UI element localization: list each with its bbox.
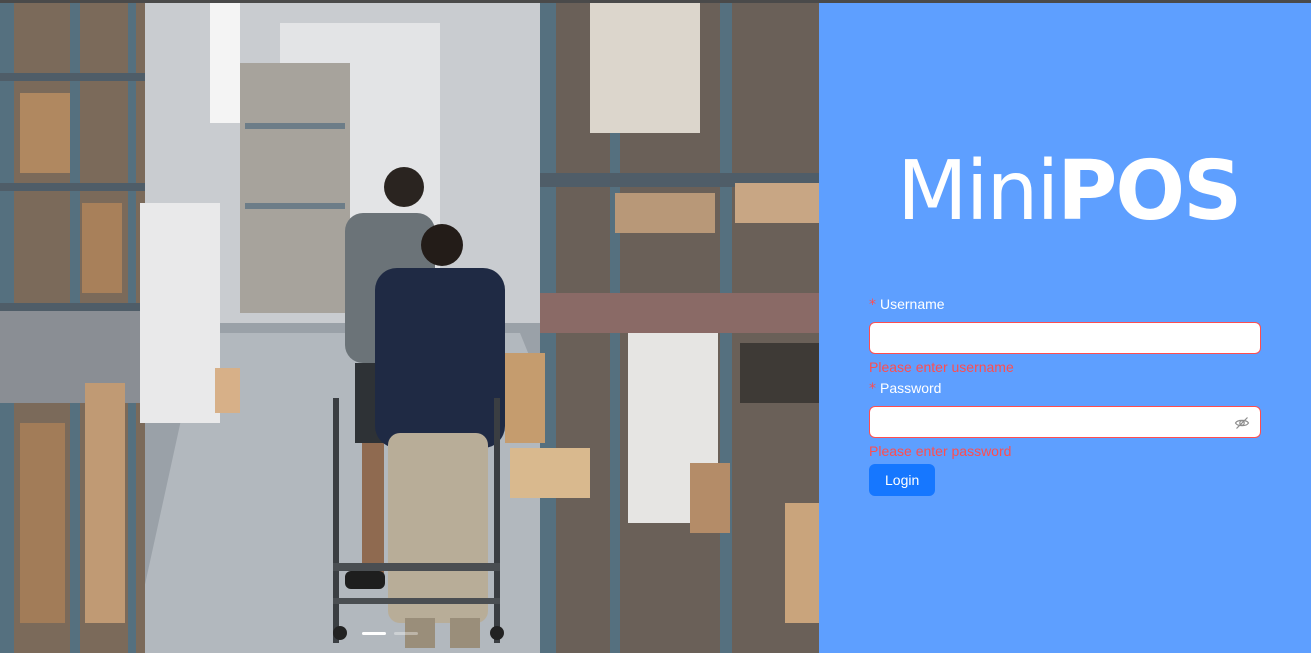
required-mark: * bbox=[869, 381, 876, 397]
required-mark: * bbox=[869, 297, 876, 313]
password-label: * Password bbox=[869, 377, 1261, 399]
username-input[interactable] bbox=[870, 323, 1260, 353]
login-panel: MiniPOS * Username Please enter username … bbox=[819, 3, 1311, 653]
warehouse-photo bbox=[0, 3, 819, 653]
username-error: Please enter username bbox=[869, 359, 1014, 375]
hero-carousel bbox=[0, 3, 819, 653]
carousel-dot-2[interactable] bbox=[394, 632, 418, 635]
login-button[interactable]: Login bbox=[869, 464, 936, 496]
password-label-text: Password bbox=[880, 380, 942, 396]
username-field-wrapper bbox=[869, 322, 1261, 354]
carousel-dots bbox=[362, 632, 418, 635]
password-error: Please enter password bbox=[869, 443, 1012, 459]
password-field-wrapper bbox=[869, 406, 1261, 438]
brand-name-light: Mini bbox=[897, 144, 1059, 239]
username-label: * Username bbox=[869, 293, 1261, 315]
username-label-text: Username bbox=[880, 296, 945, 312]
eye-invisible-icon[interactable] bbox=[1234, 415, 1250, 431]
password-input[interactable] bbox=[870, 407, 1260, 437]
login-form: * Username Please enter username * Passwor… bbox=[869, 293, 1261, 496]
brand-name-bold: POS bbox=[1057, 144, 1242, 239]
carousel-dot-1[interactable] bbox=[362, 632, 386, 635]
brand-logo: MiniPOS bbox=[897, 151, 1242, 233]
